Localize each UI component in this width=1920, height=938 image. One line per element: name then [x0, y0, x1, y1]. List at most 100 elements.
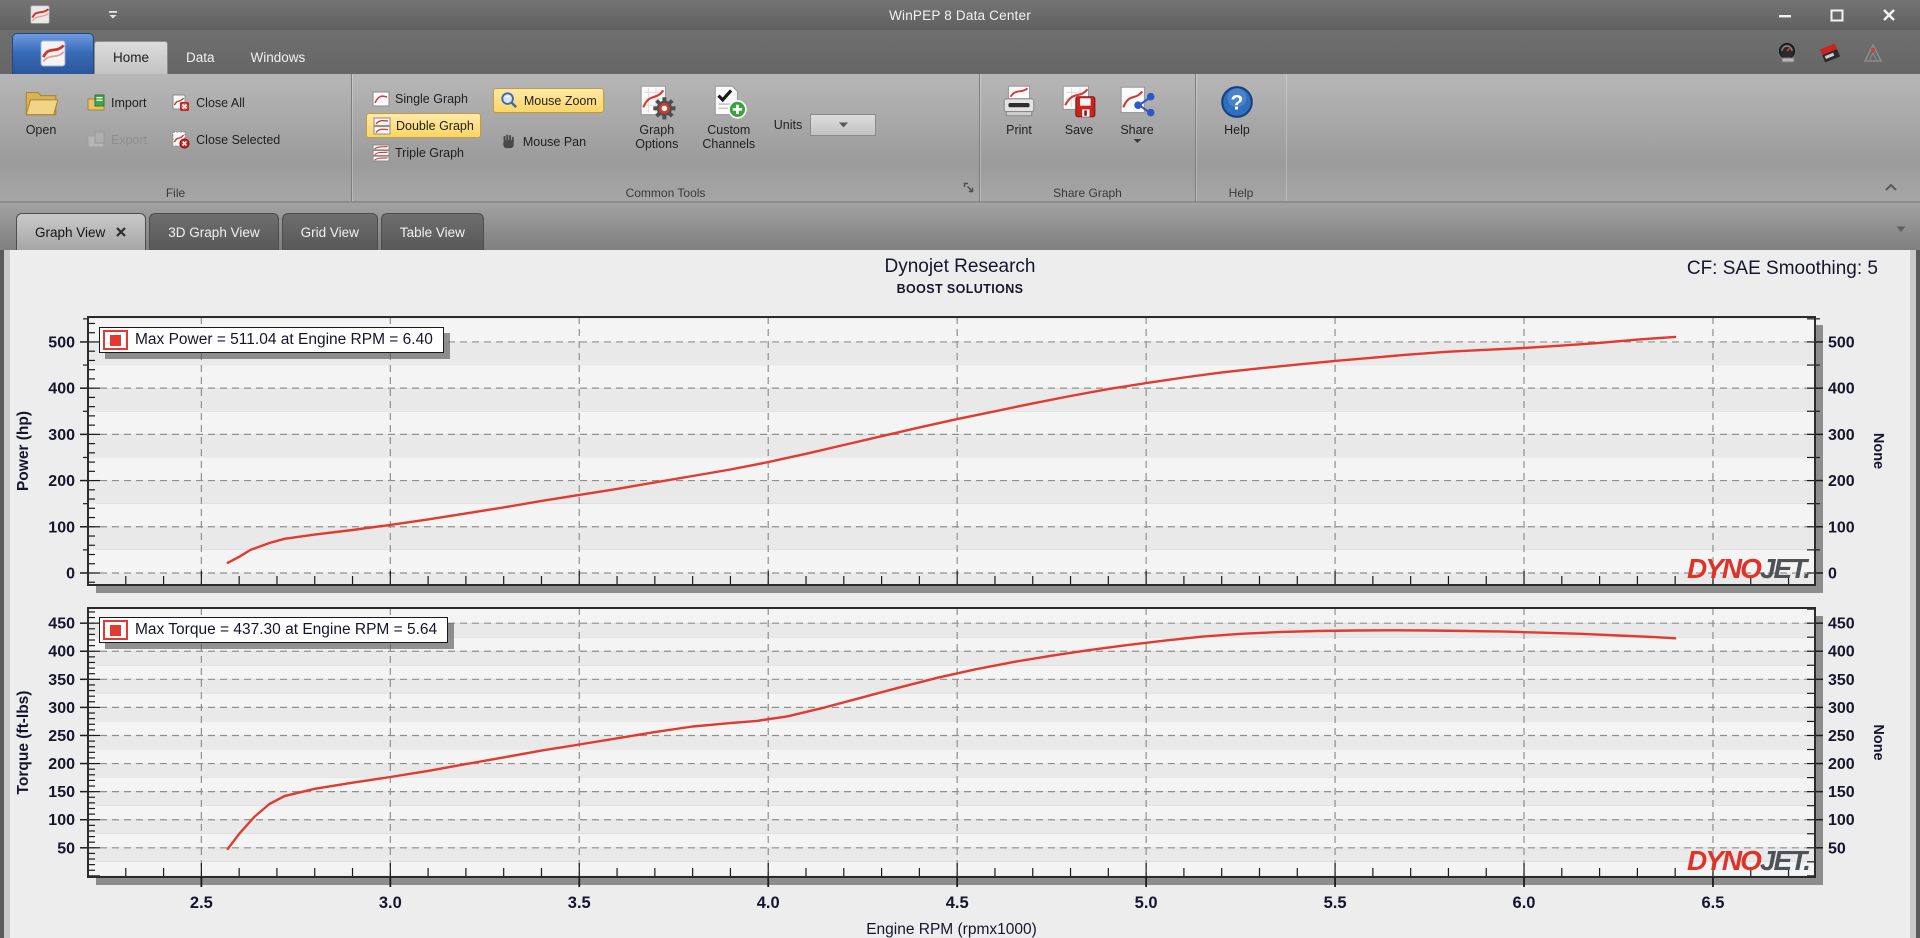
- import-button[interactable]: Import: [80, 90, 153, 115]
- app-menu-button[interactable]: [12, 33, 94, 74]
- svg-text:6.5: 6.5: [1701, 894, 1724, 912]
- ribbon-tab-data[interactable]: Data: [168, 42, 233, 74]
- units-dropdown[interactable]: [810, 114, 877, 136]
- svg-text:400: 400: [1828, 644, 1855, 661]
- torque-chart[interactable]: 50 50 100 100 150 150 200 200 250 250 300 300 350 350…: [0, 602, 1920, 938]
- svg-text:100: 100: [48, 519, 75, 536]
- open-button[interactable]: Open: [8, 80, 74, 137]
- single-graph-button[interactable]: Single Graph: [366, 86, 481, 111]
- export-button[interactable]: Export: [80, 127, 153, 152]
- close-selected-icon: [172, 131, 190, 149]
- close-button[interactable]: [1876, 5, 1902, 25]
- minimize-icon: [1779, 15, 1791, 18]
- share-icon: [1120, 86, 1155, 117]
- svg-text:4.5: 4.5: [946, 894, 969, 912]
- export-csv-icon: [87, 131, 105, 147]
- tab-grid-view[interactable]: Grid View: [281, 213, 378, 250]
- svg-text:250: 250: [1828, 728, 1855, 745]
- close-icon: [1883, 8, 1895, 21]
- tab-close-icon[interactable]: [115, 226, 127, 238]
- tab-graph-view[interactable]: Graph View: [16, 213, 147, 250]
- custom-channels-label: Custom Channels: [702, 123, 756, 152]
- torque-legend-swatch: [103, 620, 128, 640]
- share-button[interactable]: Share: [1108, 80, 1166, 144]
- save-button[interactable]: Save: [1050, 80, 1108, 137]
- mouse-zoom-button[interactable]: Mouse Zoom: [492, 88, 604, 113]
- dialog-launcher-icon: [963, 182, 974, 193]
- svg-text:500: 500: [48, 334, 75, 351]
- power-chart[interactable]: 0 0 100 100 200 200 300 300 400 400 500 500 Power (h…: [0, 310, 1920, 602]
- chart-title: Dynojet Research: [884, 256, 1036, 277]
- svg-text:400: 400: [48, 381, 75, 398]
- mouse-pan-button[interactable]: Mouse Pan: [493, 129, 604, 154]
- svg-text:150: 150: [1828, 784, 1855, 801]
- double-graph-icon: [373, 117, 391, 135]
- mouse-zoom-icon: [501, 92, 517, 109]
- svg-text:6.0: 6.0: [1513, 894, 1536, 912]
- triple-graph-label: Triple Graph: [395, 145, 465, 160]
- import-label: Import: [111, 95, 147, 110]
- power-legend-swatch: [103, 330, 128, 350]
- maximize-button[interactable]: [1824, 5, 1850, 25]
- tab-grid-view-label: Grid View: [300, 224, 359, 240]
- double-graph-label: Double Graph: [396, 118, 474, 133]
- graph-options-button[interactable]: Graph Options: [624, 80, 690, 152]
- maximize-icon: [1830, 9, 1844, 21]
- svg-text:5.0: 5.0: [1135, 894, 1158, 912]
- svg-text:250: 250: [48, 728, 75, 745]
- tab-3d-graph-view[interactable]: 3D Graph View: [149, 213, 279, 250]
- winpep-window: WinPEP 8 Data Center Home Data Windows O…: [0, 0, 1920, 938]
- print-label: Print: [1006, 123, 1032, 137]
- svg-text:None: None: [1870, 724, 1886, 760]
- svg-text:150: 150: [48, 784, 75, 801]
- close-selected-label: Close Selected: [196, 132, 281, 147]
- minimize-button[interactable]: [1772, 5, 1798, 25]
- svg-text:300: 300: [48, 427, 75, 444]
- tab-overflow-button[interactable]: [1896, 220, 1906, 238]
- svg-text:Engine RPM (rpmx1000): Engine RPM (rpmx1000): [866, 921, 1037, 938]
- svg-text:450: 450: [48, 616, 75, 633]
- custom-channels-button[interactable]: Custom Channels: [696, 80, 762, 152]
- svg-text:450: 450: [1828, 616, 1855, 633]
- close-all-button[interactable]: Close All: [165, 90, 286, 115]
- tab-table-view[interactable]: Table View: [380, 213, 484, 250]
- triple-graph-icon: [372, 144, 390, 161]
- weather-station-icon[interactable]: [1862, 42, 1884, 64]
- help-button[interactable]: ? Help: [1204, 80, 1270, 137]
- open-folder-icon: [25, 91, 59, 116]
- close-selected-button[interactable]: Close Selected: [165, 127, 286, 152]
- ribbon-collapse-button[interactable]: [1884, 179, 1898, 197]
- close-all-icon: [172, 94, 190, 111]
- svg-text:100: 100: [1828, 812, 1855, 829]
- triple-graph-button[interactable]: Triple Graph: [366, 140, 481, 165]
- svg-text:3.5: 3.5: [568, 894, 591, 912]
- svg-text:200: 200: [48, 473, 75, 490]
- double-graph-button[interactable]: Double Graph: [366, 113, 481, 138]
- svg-text:0: 0: [1828, 565, 1837, 582]
- help-label: Help: [1224, 123, 1250, 137]
- mouse-zoom-label: Mouse Zoom: [523, 93, 597, 108]
- torque-legend: Max Torque = 437.30 at Engine RPM = 5.64: [99, 617, 449, 643]
- svg-text:350: 350: [1828, 672, 1855, 689]
- ribbon-group-common-tools: Single Graph Double Graph Triple Graph M…: [352, 74, 980, 201]
- gauge-device-icon[interactable]: [1776, 42, 1798, 64]
- graph-options-label: Graph Options: [635, 123, 679, 152]
- graph-view-panel: Dynojet Research BOOST SOLUTIONS CF: SAE…: [0, 250, 1920, 938]
- tab-table-view-label: Table View: [399, 224, 465, 240]
- module-device-icon[interactable]: [1818, 42, 1842, 64]
- tab-graph-view-label: Graph View: [35, 224, 106, 240]
- print-button[interactable]: Print: [988, 80, 1050, 137]
- share-dropdown-caret-icon: [1133, 139, 1141, 144]
- svg-text:?: ?: [1231, 91, 1244, 114]
- mouse-pan-label: Mouse Pan: [522, 134, 587, 149]
- power-legend-text: Max Power = 511.04 at Engine RPM = 6.40: [135, 331, 433, 348]
- ribbon-tab-home[interactable]: Home: [94, 41, 169, 74]
- ribbon-tab-windows[interactable]: Windows: [233, 42, 324, 74]
- svg-text:200: 200: [48, 756, 75, 773]
- svg-text:Torque (ft-lbs): Torque (ft-lbs): [15, 691, 32, 795]
- ribbon: Home Data Windows Open Import Export Clo…: [0, 30, 1920, 202]
- svg-text:200: 200: [1828, 473, 1855, 490]
- svg-text:300: 300: [1828, 427, 1855, 444]
- graph-options-icon: [640, 85, 676, 120]
- common-tools-dialog-launcher[interactable]: [963, 181, 975, 199]
